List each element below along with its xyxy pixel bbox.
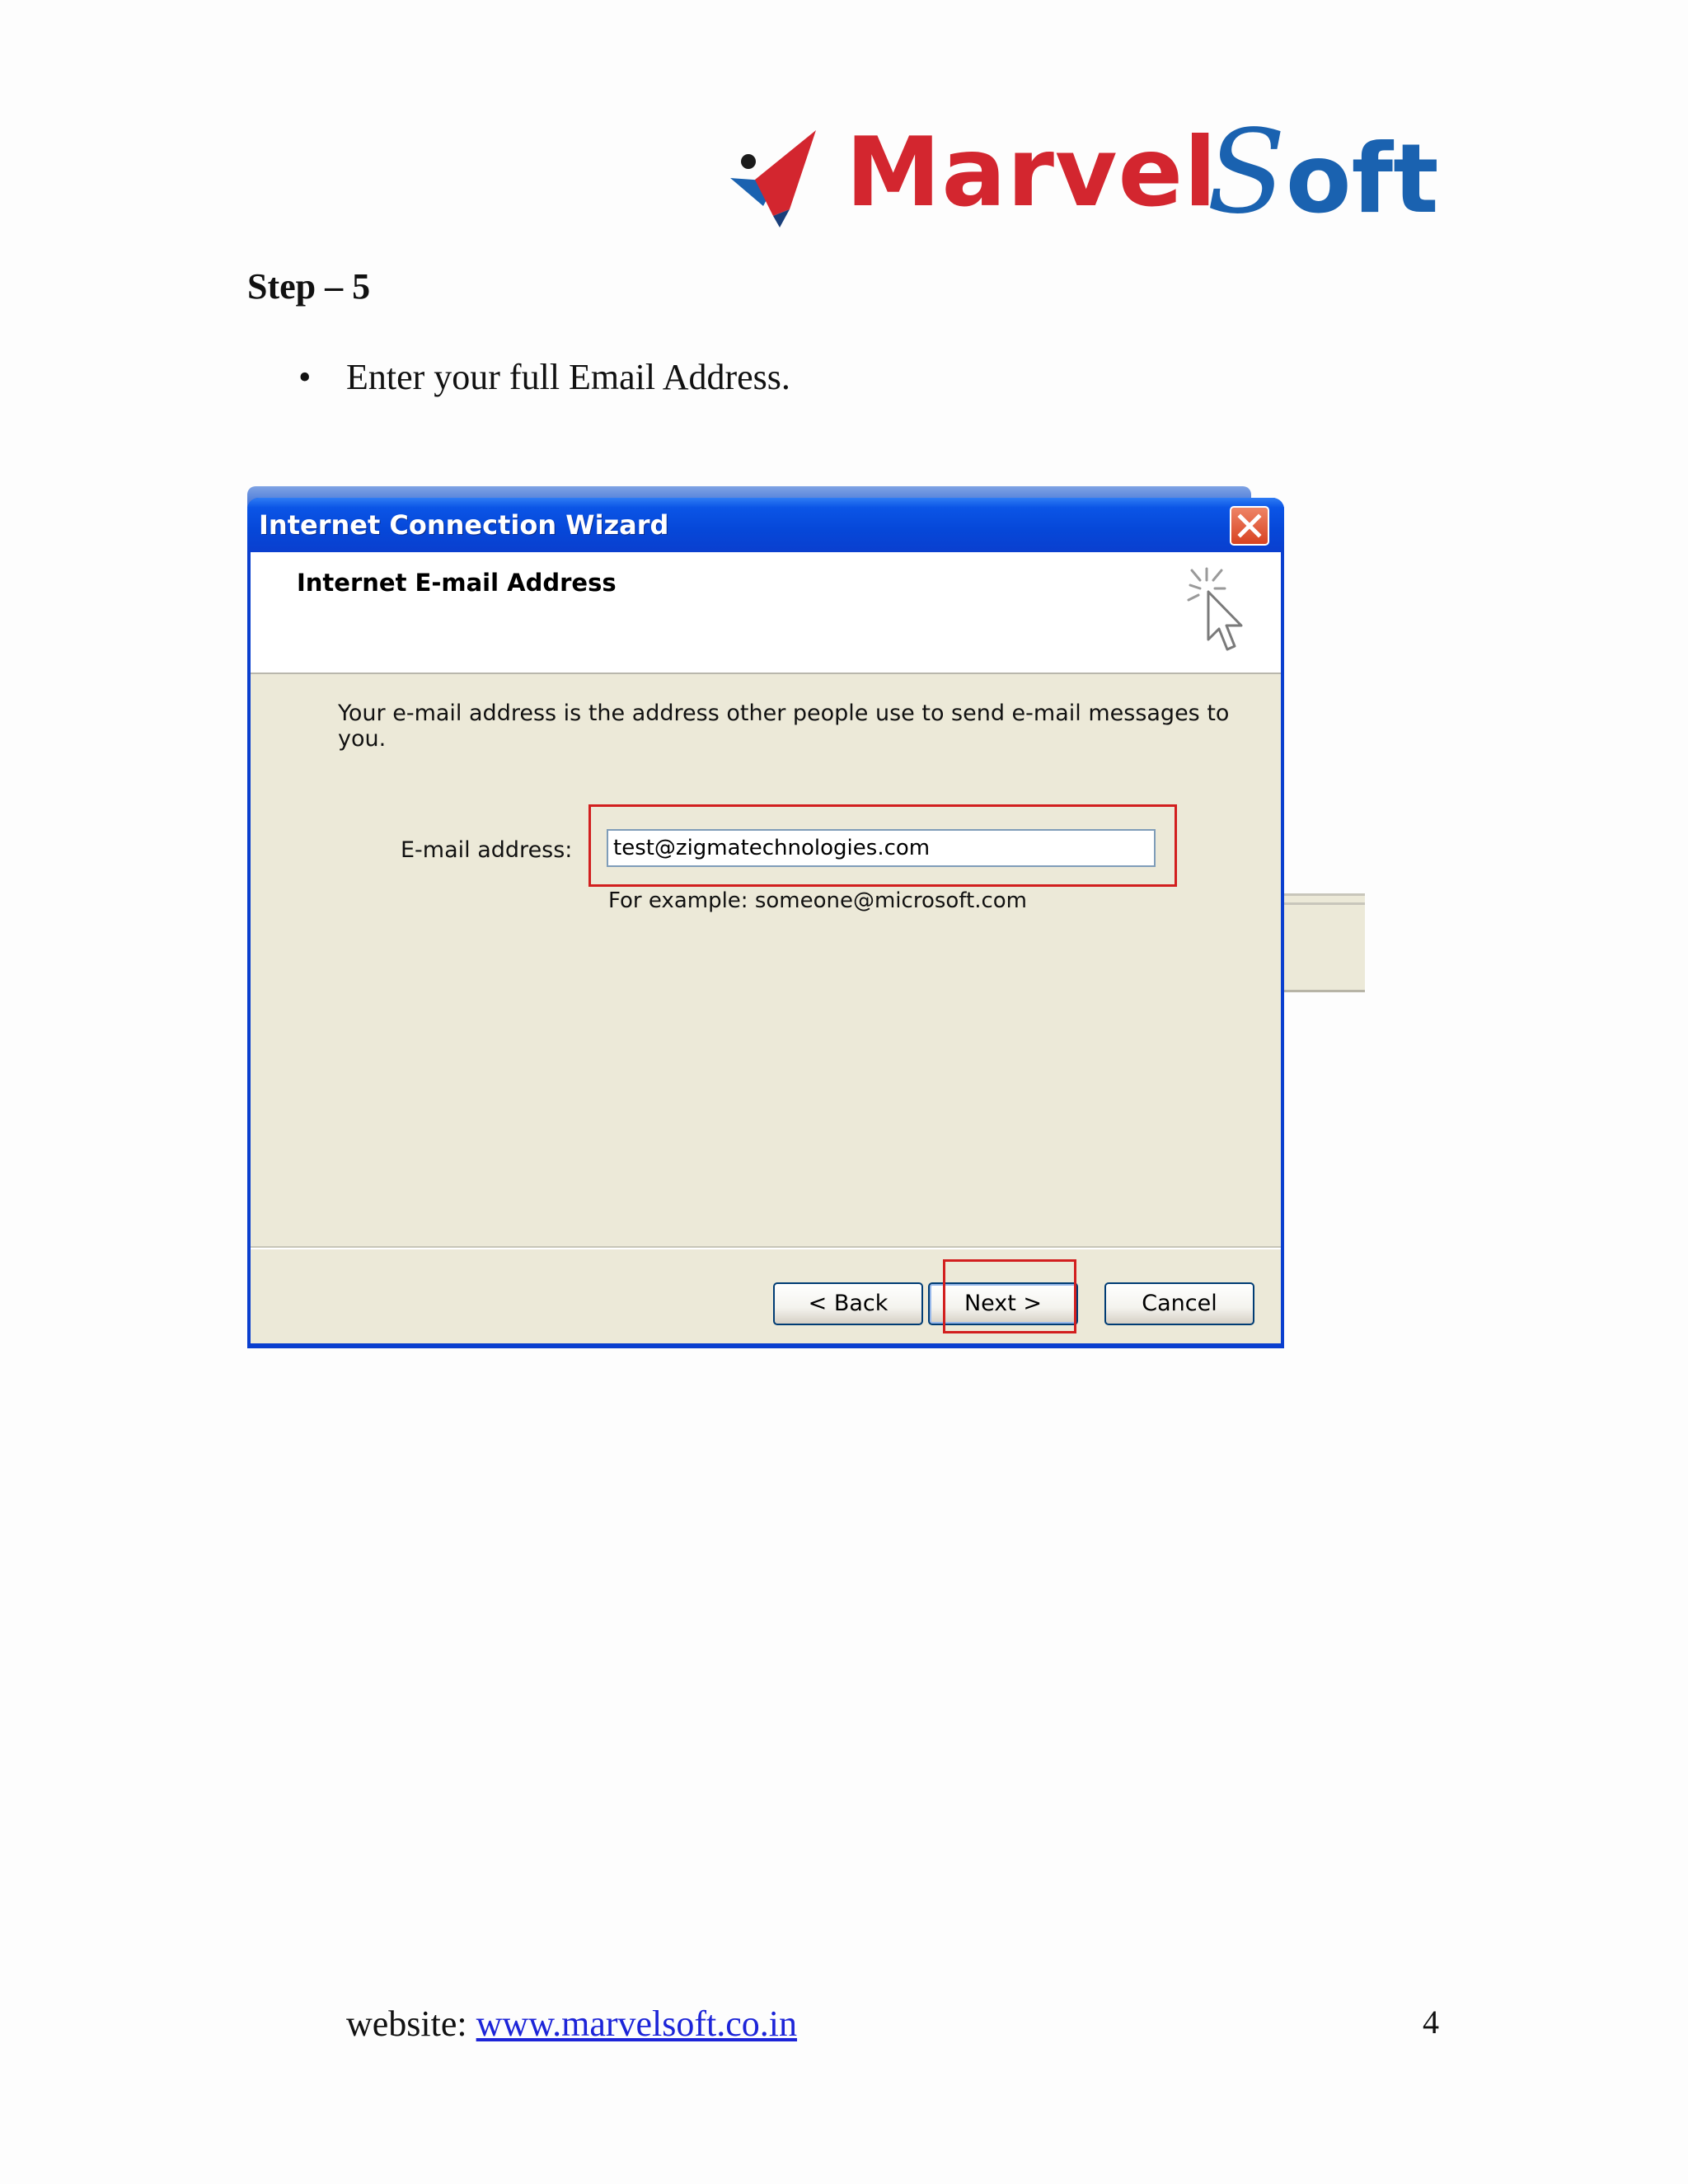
email-address-label: E-mail address: [401,837,573,863]
logo-text-marvel: Marvel [846,117,1217,228]
wizard-header-panel: Internet E-mail Address [251,552,1281,674]
dialog-footer-divider [251,1246,1281,1249]
marvelsoft-logo-mark-icon [730,130,816,227]
page-number: 4 [1423,2004,1439,2041]
next-button-highlight-box [943,1259,1076,1333]
internet-connection-wizard-dialog: Internet Connection Wizard Internet E-ma… [247,498,1284,1348]
cancel-button[interactable]: Cancel [1104,1282,1254,1325]
footer-website-label: website: [346,2004,476,2044]
dialog-body: Internet E-mail Address Your e-mail addr… [251,552,1281,1343]
dialog-titlebar[interactable]: Internet Connection Wizard [247,498,1284,552]
bullet-instruction: Enter your full Email Address. [346,357,790,397]
logo-text-soft: Soft [1207,115,1439,237]
logo-text-soft-rest: oft [1285,124,1439,235]
document-page: Marvel Soft Step – 5 • Enter your full E… [0,0,1688,2184]
wizard-description: Your e-mail address is the address other… [338,701,1230,752]
bullet-marker: • [298,357,312,397]
background-window-panel [1282,893,1365,992]
wizard-page-title: Internet E-mail Address [297,569,617,597]
email-example-hint: For example: someone@microsoft.com [608,888,1027,913]
dialog-title: Internet Connection Wizard [259,509,669,541]
footer-website: website: www.marvelsoft.co.in [346,1999,797,2049]
footer-website-link[interactable]: www.marvelsoft.co.in [476,2004,797,2044]
back-button[interactable]: < Back [773,1282,923,1325]
close-icon [1237,513,1262,538]
marvelsoft-logo: Marvel Soft [730,115,1439,235]
close-button[interactable] [1230,506,1269,546]
logo-text-soft-initial: S [1207,105,1286,240]
wizard-cursor-icon [1187,567,1243,651]
email-input-highlight-box [588,804,1177,887]
step-title: Step – 5 [247,266,371,307]
